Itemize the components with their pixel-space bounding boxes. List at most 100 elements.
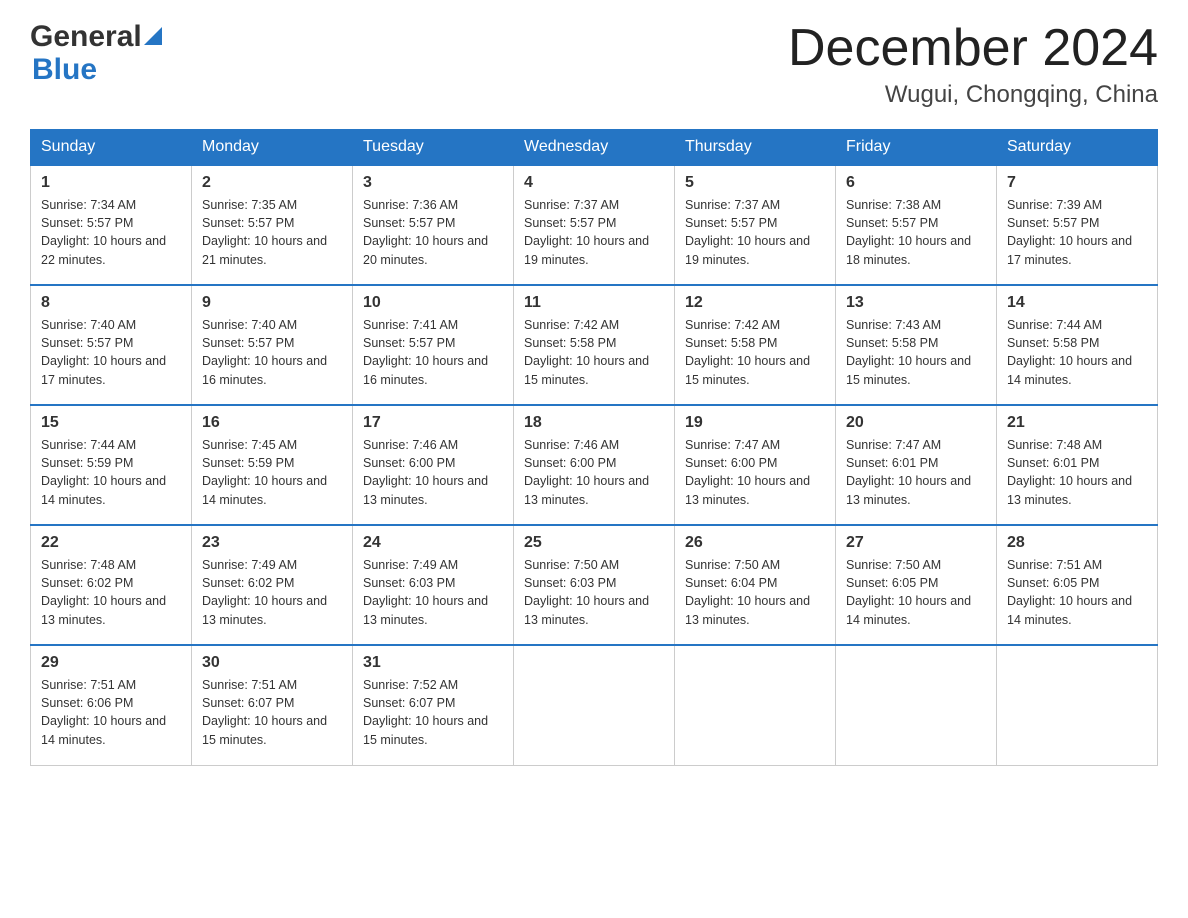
day-number: 20	[846, 414, 986, 432]
day-info: Sunrise: 7:50 AMSunset: 6:04 PMDaylight:…	[685, 556, 825, 629]
calendar-day-cell: 30 Sunrise: 7:51 AMSunset: 6:07 PMDaylig…	[192, 645, 353, 765]
day-info: Sunrise: 7:42 AMSunset: 5:58 PMDaylight:…	[685, 316, 825, 389]
logo: General Blue	[30, 20, 162, 86]
calendar-day-cell: 2 Sunrise: 7:35 AMSunset: 5:57 PMDayligh…	[192, 165, 353, 285]
day-info: Sunrise: 7:51 AMSunset: 6:07 PMDaylight:…	[202, 676, 342, 749]
day-header-monday: Monday	[192, 130, 353, 166]
day-number: 31	[363, 654, 503, 672]
day-info: Sunrise: 7:37 AMSunset: 5:57 PMDaylight:…	[685, 196, 825, 269]
day-info: Sunrise: 7:48 AMSunset: 6:02 PMDaylight:…	[41, 556, 181, 629]
day-number: 9	[202, 294, 342, 312]
day-info: Sunrise: 7:43 AMSunset: 5:58 PMDaylight:…	[846, 316, 986, 389]
day-info: Sunrise: 7:52 AMSunset: 6:07 PMDaylight:…	[363, 676, 503, 749]
day-number: 7	[1007, 174, 1147, 192]
day-number: 28	[1007, 534, 1147, 552]
day-info: Sunrise: 7:47 AMSunset: 6:00 PMDaylight:…	[685, 436, 825, 509]
calendar-day-cell: 17 Sunrise: 7:46 AMSunset: 6:00 PMDaylig…	[353, 405, 514, 525]
day-number: 2	[202, 174, 342, 192]
day-number: 26	[685, 534, 825, 552]
day-info: Sunrise: 7:36 AMSunset: 5:57 PMDaylight:…	[363, 196, 503, 269]
day-info: Sunrise: 7:50 AMSunset: 6:05 PMDaylight:…	[846, 556, 986, 629]
calendar-week-row: 8 Sunrise: 7:40 AMSunset: 5:57 PMDayligh…	[31, 285, 1158, 405]
day-number: 24	[363, 534, 503, 552]
day-number: 15	[41, 414, 181, 432]
page-header: General Blue December 2024 Wugui, Chongq…	[30, 20, 1158, 109]
logo-general-text: General	[30, 20, 142, 53]
calendar-day-cell: 4 Sunrise: 7:37 AMSunset: 5:57 PMDayligh…	[514, 165, 675, 285]
calendar-day-cell: 19 Sunrise: 7:47 AMSunset: 6:00 PMDaylig…	[675, 405, 836, 525]
day-info: Sunrise: 7:41 AMSunset: 5:57 PMDaylight:…	[363, 316, 503, 389]
day-info: Sunrise: 7:40 AMSunset: 5:57 PMDaylight:…	[41, 316, 181, 389]
day-info: Sunrise: 7:35 AMSunset: 5:57 PMDaylight:…	[202, 196, 342, 269]
day-header-friday: Friday	[836, 130, 997, 166]
day-number: 14	[1007, 294, 1147, 312]
day-info: Sunrise: 7:51 AMSunset: 6:05 PMDaylight:…	[1007, 556, 1147, 629]
calendar-day-cell	[836, 645, 997, 765]
day-number: 12	[685, 294, 825, 312]
day-number: 13	[846, 294, 986, 312]
day-number: 4	[524, 174, 664, 192]
day-number: 21	[1007, 414, 1147, 432]
logo-blue-text: Blue	[30, 53, 162, 86]
calendar-day-cell: 16 Sunrise: 7:45 AMSunset: 5:59 PMDaylig…	[192, 405, 353, 525]
calendar-day-cell: 1 Sunrise: 7:34 AMSunset: 5:57 PMDayligh…	[31, 165, 192, 285]
day-number: 1	[41, 174, 181, 192]
logo-triangle-icon	[144, 27, 162, 45]
calendar-day-cell: 7 Sunrise: 7:39 AMSunset: 5:57 PMDayligh…	[997, 165, 1158, 285]
calendar-day-cell: 22 Sunrise: 7:48 AMSunset: 6:02 PMDaylig…	[31, 525, 192, 645]
day-number: 27	[846, 534, 986, 552]
calendar-table: SundayMondayTuesdayWednesdayThursdayFrid…	[30, 129, 1158, 766]
calendar-day-cell	[675, 645, 836, 765]
day-header-thursday: Thursday	[675, 130, 836, 166]
day-number: 23	[202, 534, 342, 552]
day-info: Sunrise: 7:42 AMSunset: 5:58 PMDaylight:…	[524, 316, 664, 389]
calendar-day-cell: 3 Sunrise: 7:36 AMSunset: 5:57 PMDayligh…	[353, 165, 514, 285]
day-number: 30	[202, 654, 342, 672]
day-header-sunday: Sunday	[31, 130, 192, 166]
day-info: Sunrise: 7:48 AMSunset: 6:01 PMDaylight:…	[1007, 436, 1147, 509]
day-number: 10	[363, 294, 503, 312]
day-info: Sunrise: 7:51 AMSunset: 6:06 PMDaylight:…	[41, 676, 181, 749]
calendar-week-row: 29 Sunrise: 7:51 AMSunset: 6:06 PMDaylig…	[31, 645, 1158, 765]
day-number: 11	[524, 294, 664, 312]
day-info: Sunrise: 7:49 AMSunset: 6:03 PMDaylight:…	[363, 556, 503, 629]
calendar-day-cell: 15 Sunrise: 7:44 AMSunset: 5:59 PMDaylig…	[31, 405, 192, 525]
day-number: 22	[41, 534, 181, 552]
day-info: Sunrise: 7:49 AMSunset: 6:02 PMDaylight:…	[202, 556, 342, 629]
day-info: Sunrise: 7:50 AMSunset: 6:03 PMDaylight:…	[524, 556, 664, 629]
calendar-day-cell: 14 Sunrise: 7:44 AMSunset: 5:58 PMDaylig…	[997, 285, 1158, 405]
day-info: Sunrise: 7:47 AMSunset: 6:01 PMDaylight:…	[846, 436, 986, 509]
day-info: Sunrise: 7:46 AMSunset: 6:00 PMDaylight:…	[363, 436, 503, 509]
day-header-saturday: Saturday	[997, 130, 1158, 166]
calendar-week-row: 1 Sunrise: 7:34 AMSunset: 5:57 PMDayligh…	[31, 165, 1158, 285]
day-info: Sunrise: 7:34 AMSunset: 5:57 PMDaylight:…	[41, 196, 181, 269]
calendar-day-cell: 28 Sunrise: 7:51 AMSunset: 6:05 PMDaylig…	[997, 525, 1158, 645]
day-number: 17	[363, 414, 503, 432]
calendar-day-cell: 9 Sunrise: 7:40 AMSunset: 5:57 PMDayligh…	[192, 285, 353, 405]
calendar-day-cell: 29 Sunrise: 7:51 AMSunset: 6:06 PMDaylig…	[31, 645, 192, 765]
day-info: Sunrise: 7:39 AMSunset: 5:57 PMDaylight:…	[1007, 196, 1147, 269]
calendar-day-cell: 11 Sunrise: 7:42 AMSunset: 5:58 PMDaylig…	[514, 285, 675, 405]
location-title: Wugui, Chongqing, China	[788, 81, 1158, 109]
calendar-day-cell: 31 Sunrise: 7:52 AMSunset: 6:07 PMDaylig…	[353, 645, 514, 765]
day-info: Sunrise: 7:46 AMSunset: 6:00 PMDaylight:…	[524, 436, 664, 509]
calendar-day-cell: 24 Sunrise: 7:49 AMSunset: 6:03 PMDaylig…	[353, 525, 514, 645]
calendar-day-cell: 18 Sunrise: 7:46 AMSunset: 6:00 PMDaylig…	[514, 405, 675, 525]
month-title: December 2024	[788, 20, 1158, 77]
calendar-day-cell: 21 Sunrise: 7:48 AMSunset: 6:01 PMDaylig…	[997, 405, 1158, 525]
calendar-day-cell: 26 Sunrise: 7:50 AMSunset: 6:04 PMDaylig…	[675, 525, 836, 645]
day-info: Sunrise: 7:44 AMSunset: 5:58 PMDaylight:…	[1007, 316, 1147, 389]
days-header-row: SundayMondayTuesdayWednesdayThursdayFrid…	[31, 130, 1158, 166]
day-header-tuesday: Tuesday	[353, 130, 514, 166]
day-number: 25	[524, 534, 664, 552]
calendar-day-cell: 20 Sunrise: 7:47 AMSunset: 6:01 PMDaylig…	[836, 405, 997, 525]
calendar-day-cell: 10 Sunrise: 7:41 AMSunset: 5:57 PMDaylig…	[353, 285, 514, 405]
day-info: Sunrise: 7:45 AMSunset: 5:59 PMDaylight:…	[202, 436, 342, 509]
calendar-day-cell: 5 Sunrise: 7:37 AMSunset: 5:57 PMDayligh…	[675, 165, 836, 285]
title-section: December 2024 Wugui, Chongqing, China	[788, 20, 1158, 109]
calendar-day-cell: 12 Sunrise: 7:42 AMSunset: 5:58 PMDaylig…	[675, 285, 836, 405]
day-number: 5	[685, 174, 825, 192]
calendar-week-row: 15 Sunrise: 7:44 AMSunset: 5:59 PMDaylig…	[31, 405, 1158, 525]
calendar-day-cell	[997, 645, 1158, 765]
day-number: 19	[685, 414, 825, 432]
